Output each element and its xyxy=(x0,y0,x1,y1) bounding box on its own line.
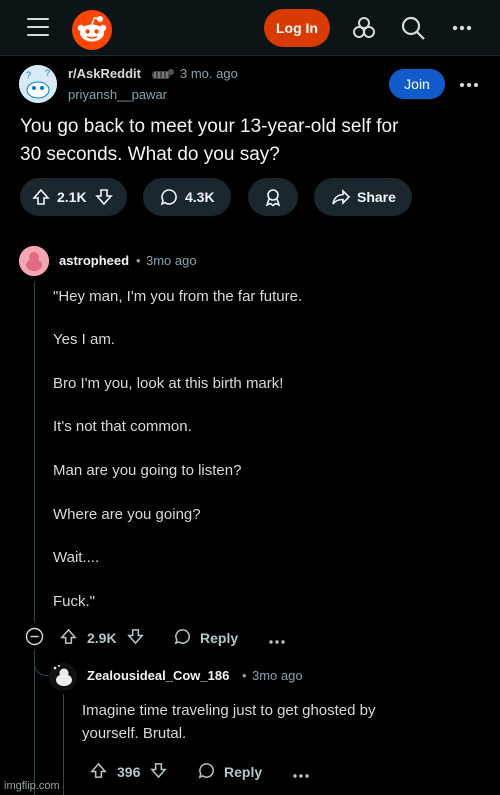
cat-badge-icon xyxy=(149,67,175,84)
upvote-icon[interactable] xyxy=(31,187,51,207)
share-label: Share xyxy=(357,189,396,205)
comment-text-line: Yes I am. xyxy=(53,331,115,348)
comment-text-line: Bro I'm you, look at this birth mark! xyxy=(53,375,284,392)
top-bar: Log In xyxy=(0,0,500,56)
upvote-icon[interactable] xyxy=(59,627,78,649)
comment-author[interactable]: Zealousideal_Cow_186 xyxy=(87,668,229,683)
post-comment-count: 4.3K xyxy=(185,189,215,205)
reply-button[interactable]: Reply xyxy=(173,627,238,649)
upvote-icon[interactable] xyxy=(89,761,108,783)
advertise-icon[interactable] xyxy=(350,14,378,42)
share-button[interactable]: Share xyxy=(314,178,412,216)
share-icon xyxy=(331,187,351,207)
downvote-icon[interactable] xyxy=(94,187,114,207)
downvote-icon[interactable] xyxy=(149,761,168,783)
subreddit-name[interactable]: r/AskReddit xyxy=(68,66,141,81)
comment-text-line: yourself. Brutal. xyxy=(82,725,187,742)
thread-line[interactable] xyxy=(34,282,35,622)
comment-text-line: Fuck." xyxy=(53,593,95,610)
separator-dot: • xyxy=(242,668,247,683)
comment-text-line: Man are you going to listen? xyxy=(53,462,242,479)
post-age: 3 mo. ago xyxy=(180,66,238,81)
comment-vote-count: 2.9K xyxy=(87,630,117,646)
comment-text-line: Where are you going? xyxy=(53,506,201,523)
reply-icon xyxy=(173,627,192,649)
post-vote-count: 2.1K xyxy=(57,189,87,205)
reply-button[interactable]: Reply xyxy=(197,761,262,783)
login-button[interactable]: Log In xyxy=(264,9,330,47)
thread-line[interactable] xyxy=(63,694,64,795)
post-title[interactable]: You go back to meet your 13-year-old sel… xyxy=(20,113,480,169)
reply-label: Reply xyxy=(200,630,239,646)
comment-avatar[interactable] xyxy=(49,663,77,691)
join-button[interactable]: Join xyxy=(389,69,445,99)
search-icon[interactable] xyxy=(399,14,427,42)
collapse-icon[interactable] xyxy=(25,627,44,646)
comment-vote-count: 396 xyxy=(117,764,141,780)
svg-text:?: ? xyxy=(45,68,50,78)
vote-pill: 2.1K xyxy=(20,178,127,216)
comment-text-line: Wait.... xyxy=(53,549,100,566)
thread-line[interactable] xyxy=(34,650,35,795)
comment-more-icon[interactable] xyxy=(268,633,288,651)
comments-button[interactable]: 4.3K xyxy=(143,178,231,216)
reply-connector xyxy=(34,652,49,676)
comment-vote-group: 396 xyxy=(89,761,168,783)
reddit-logo[interactable] xyxy=(72,10,112,50)
downvote-icon[interactable] xyxy=(126,627,145,649)
comment-avatar[interactable] xyxy=(19,246,49,276)
award-button[interactable] xyxy=(248,178,298,216)
comment-age: 3mo ago xyxy=(252,668,303,683)
post-title-line-2: 30 seconds. What do you say? xyxy=(20,144,280,165)
comment-more-icon[interactable] xyxy=(292,767,312,785)
award-icon xyxy=(263,187,283,207)
post-title-line-1: You go back to meet your 13-year-old sel… xyxy=(20,116,399,137)
menu-icon[interactable] xyxy=(27,16,51,38)
comment-author[interactable]: astropheed xyxy=(59,253,129,268)
separator-dot: • xyxy=(136,253,141,268)
comment-age: 3mo ago xyxy=(146,253,197,268)
subreddit-avatar[interactable]: ? ? xyxy=(19,65,57,103)
comment-text-line: "Hey man, I'm you from the far future. xyxy=(53,288,303,305)
comment-icon xyxy=(159,187,179,207)
svg-text:?: ? xyxy=(26,70,31,80)
comment-text-line: Imagine time traveling just to get ghost… xyxy=(82,702,376,719)
reply-label: Reply xyxy=(224,764,263,780)
post-author[interactable]: priyansh__pawar xyxy=(68,87,167,102)
comment-text-line: It's not that common. xyxy=(53,418,192,435)
reply-icon xyxy=(197,761,216,783)
watermark: imgflip.com xyxy=(4,780,60,792)
comment-vote-group: 2.9K xyxy=(59,627,145,649)
more-options-icon[interactable] xyxy=(450,14,478,42)
post-more-icon[interactable] xyxy=(458,74,482,95)
